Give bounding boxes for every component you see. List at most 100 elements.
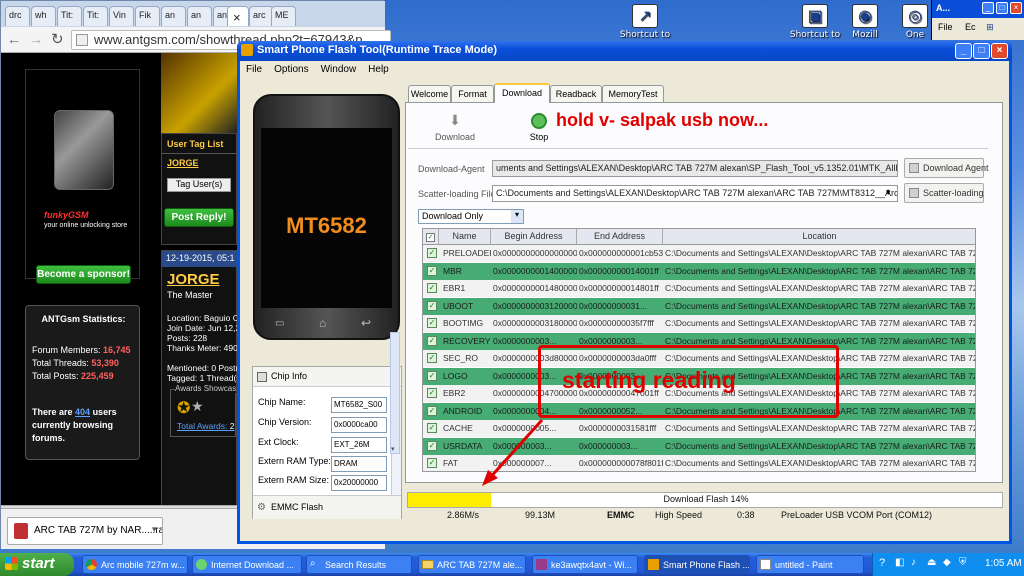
desktop-shortcut-1[interactable]: ↗ Shortcut to [610, 4, 680, 40]
mini-close-button[interactable]: × [1010, 2, 1022, 14]
post-username[interactable]: JORGE [167, 271, 220, 288]
browser-tab[interactable]: Tit: [83, 6, 108, 26]
menu-options[interactable]: Options [268, 61, 314, 78]
task-folder[interactable]: ARC TAB 727M ale... [418, 555, 526, 574]
select-all-checkbox[interactable]: ✓ [423, 229, 439, 245]
table-row[interactable]: ✓ MBR 0x0000000001400000 0x00000000014001ff… [423, 262, 975, 280]
scatter-field[interactable]: C:\Documents and Settings\ALEXAN\Desktop… [492, 185, 898, 202]
task-winrar[interactable]: ke3awqtx4avt - Wi... [532, 555, 638, 574]
cell-location: C:\Documents and Settings\ALEXAN\Desktop… [665, 248, 975, 258]
mini-menu-file[interactable]: File [938, 22, 953, 32]
table-row[interactable]: ✓ EBR1 0x0000000001480000 0x00000000014801f… [423, 280, 975, 298]
scatter-dropdown-icon[interactable]: ▾ [886, 187, 891, 198]
row-checkbox[interactable]: ✓ [427, 423, 437, 433]
table-row[interactable]: ✓ BOOTIMG 0x0000000003180000 0x00000000035f… [423, 315, 975, 333]
chip-info-header[interactable]: Chip Info [253, 367, 401, 387]
menu-window[interactable]: Window [315, 61, 363, 78]
row-checkbox[interactable]: ✓ [427, 370, 437, 381]
forward-arrow-icon[interactable]: → [29, 31, 43, 47]
download-agent-button[interactable]: Download Agent [904, 158, 989, 178]
col-begin[interactable]: Begin Address [491, 229, 577, 245]
task-flash-tool[interactable]: Smart Phone Flash ... [644, 555, 750, 574]
status-bar: 2.86M/s 99.13M EMMC High Speed 0:38 PreL… [407, 508, 1003, 523]
table-row[interactable]: ✓ PRELOADER 0x0000000000000000 0x0000000000… [423, 245, 975, 263]
tab-readback[interactable]: Readback [550, 85, 602, 102]
tab-memorytest[interactable]: MemoryTest [602, 85, 664, 102]
col-location[interactable]: Location [663, 229, 975, 245]
mini-explorer-window[interactable]: A... _ □ × File Ec ⊞ [931, 0, 1024, 40]
tag-users-button[interactable]: Tag User(s) [167, 178, 231, 192]
row-checkbox[interactable]: ✓ [427, 248, 437, 258]
task-paint[interactable]: untitled - Paint [756, 555, 864, 574]
download-item[interactable]: ARC TAB 727M by NAR.....rar ▾ [7, 517, 163, 545]
browser-tab[interactable]: Fik [135, 6, 160, 26]
col-name[interactable]: Name [439, 229, 491, 245]
mini-minimize-button[interactable]: _ [982, 2, 994, 14]
task-chrome[interactable]: Arc mobile 727m w... [82, 555, 188, 574]
total-awards[interactable]: Total Awards: 2 [177, 421, 235, 431]
volume-icon[interactable]: ♪ [911, 557, 916, 568]
row-checkbox[interactable]: ✓ [427, 440, 437, 451]
task-search[interactable]: ⌕ Search Results [306, 555, 412, 574]
tag-user-link[interactable]: JORGE [167, 158, 199, 168]
close-button[interactable]: × [991, 43, 1008, 59]
tab-welcome[interactable]: Welcome [408, 85, 451, 102]
reload-icon[interactable]: ↻ [51, 30, 64, 48]
security-icon[interactable]: ◆ [943, 557, 951, 568]
post-reply-button[interactable]: Post Reply! [164, 208, 234, 227]
back-arrow-icon[interactable]: ← [7, 31, 21, 47]
row-checkbox[interactable]: ✓ [427, 318, 437, 328]
start-button[interactable]: start [0, 553, 74, 576]
cell-begin: 0x0000000003180000 [493, 318, 577, 328]
sponsor-panel: funkyGSM your online unlocking store Bec… [25, 69, 140, 284]
row-checkbox[interactable]: ✓ [427, 458, 437, 468]
page-icon [76, 34, 88, 46]
col-end[interactable]: End Address [577, 229, 663, 245]
status-storage: EMMC [607, 510, 635, 520]
browser-tab[interactable]: Tit: [57, 6, 82, 26]
emmc-flash-header[interactable]: ⚙ EMMC Flash [253, 495, 401, 519]
task-idm[interactable]: Internet Download ... [192, 555, 302, 574]
browser-tab[interactable]: Vin [109, 6, 134, 26]
medal-icon: ★ [191, 398, 204, 414]
row-checkbox[interactable]: ✓ [427, 283, 437, 293]
browser-tab[interactable]: an [187, 6, 212, 26]
browser-tab[interactable]: drc [5, 6, 30, 26]
menubar: File Options Window Help [240, 61, 1009, 79]
scroll-down-icon[interactable]: ▾ [391, 445, 395, 453]
mini-menu-edit[interactable]: Ec [965, 22, 976, 32]
row-checkbox[interactable]: ✓ [427, 335, 437, 346]
help-icon[interactable]: ? [879, 557, 885, 569]
mode-select[interactable]: Download Only ▾ [418, 209, 524, 224]
menu-help[interactable]: Help [362, 61, 395, 78]
table-scrollbar[interactable]: ▾ [390, 332, 400, 454]
usb-icon[interactable]: ⏏ [927, 557, 936, 568]
download-agent-field[interactable]: uments and Settings\ALEXAN\Desktop\ARC T… [492, 160, 898, 177]
chrome-icon [86, 559, 97, 570]
browser-tab[interactable]: an [161, 6, 186, 26]
row-checkbox[interactable]: ✓ [427, 388, 437, 398]
row-checkbox[interactable]: ✓ [427, 265, 437, 276]
shield-icon[interactable]: ⛨ [959, 557, 967, 568]
row-checkbox[interactable]: ✓ [427, 405, 437, 416]
mini-maximize-button[interactable]: □ [996, 2, 1008, 14]
menu-file[interactable]: File [240, 61, 268, 78]
cell-end: 0x0000000003... [579, 335, 643, 346]
desktop-mozilla[interactable]: ◉ Mozill [835, 4, 895, 40]
browser-tab-close-icon[interactable]: × [227, 6, 249, 26]
become-sponsor-button[interactable]: Become a sponsor! [36, 265, 131, 284]
maximize-button[interactable]: □ [973, 43, 990, 59]
row-checkbox[interactable]: ✓ [427, 300, 437, 311]
browser-tab[interactable]: wh [31, 6, 56, 26]
network-icon[interactable]: ◧ [895, 557, 904, 568]
dropdown-arrow-icon[interactable]: ▾ [152, 524, 157, 535]
tab-download[interactable]: Download [494, 83, 550, 103]
row-checkbox[interactable]: ✓ [427, 353, 437, 363]
minimize-button[interactable]: _ [955, 43, 972, 59]
browser-tab[interactable]: ME [271, 6, 296, 26]
flash-tool-titlebar[interactable]: Smart Phone Flash Tool(Runtime Trace Mod… [237, 41, 1012, 61]
scatter-loading-button[interactable]: Scatter-loading [904, 183, 984, 203]
table-row[interactable]: ✓ UBOOT 0x0000000003120000 0x00000000031...… [423, 297, 975, 315]
tab-format[interactable]: Format [451, 85, 494, 102]
download-button[interactable]: ⬇ Download [432, 113, 478, 142]
